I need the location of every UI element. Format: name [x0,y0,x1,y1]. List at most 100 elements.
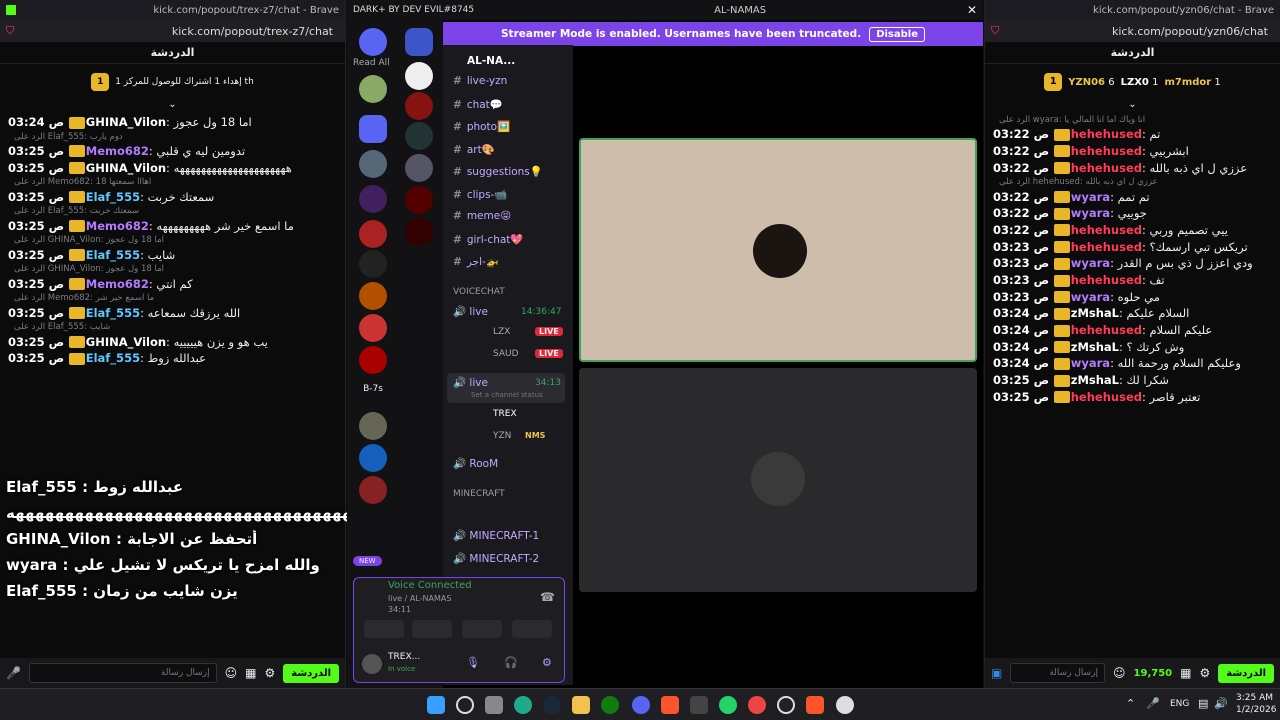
chat-message[interactable]: 03:24 ص zMshaL: السلام عليكم [993,305,1272,322]
steam-icon[interactable] [543,696,561,714]
server-icon[interactable] [359,444,387,472]
chat-message[interactable]: 03:25 ص zMshaL: شكرا لك [993,372,1272,389]
server-icon[interactable] [359,346,387,374]
voice-channel-room[interactable]: 🔊 RooM [453,457,498,470]
text-channel[interactable]: # meme😝 [453,210,511,222]
edge-icon[interactable] [514,696,532,714]
username[interactable]: hehehused [1071,127,1142,141]
voice-channel-mc1[interactable]: 🔊 MINECRAFT-1 [453,529,539,542]
voice-user[interactable]: SAUD [493,349,519,359]
discord-home-icon[interactable] [359,28,387,56]
chat-message[interactable]: 03:25 ص GHINA_Vilon: ههههههههههههههههههه… [8,160,337,177]
right-url[interactable]: kick.com/popout/yzn06/chat [1112,25,1268,38]
task-view-icon[interactable] [485,696,503,714]
disconnect-icon[interactable]: ☎ [540,590,555,604]
chevron-down-icon[interactable]: ⌄ [985,100,1280,110]
server-icon[interactable] [359,250,387,278]
whatsapp-icon[interactable] [719,696,737,714]
text-channel[interactable]: # اجر-🚁 [453,255,499,268]
chat-message[interactable]: 03:25 ص Memo682: تدومين ليه ي قلبي [8,143,337,160]
points-value[interactable]: 19,750 [1134,668,1173,679]
username[interactable]: Memo682 [86,277,149,291]
emoji-icon[interactable]: ☺ [225,666,238,680]
username[interactable]: wyara [1071,256,1110,270]
search-icon[interactable] [456,696,474,714]
chat-message[interactable]: 03:22 ص hehehused: تم [993,126,1272,143]
chat-message[interactable]: 03:24 ص zMshaL: وش كرتك ؟ [993,339,1272,356]
chat-message[interactable]: 03:23 ص wyara: ودي اعزز ل ذي بس م القدر [993,255,1272,272]
soundboard-icon[interactable] [512,620,552,638]
server-icon[interactable] [405,154,433,182]
chat-message[interactable]: 03:25 ص Memo682: ما اسمع خير شر هههههههه… [8,218,337,235]
voice-user[interactable]: LZX [493,327,510,337]
chat-message[interactable]: 03:23 ص wyara: مي حلوه [993,289,1272,306]
network-icon[interactable]: ▤ [1198,697,1208,710]
volume-icon[interactable]: 🔊 [1214,697,1228,710]
server-icon[interactable] [359,314,387,342]
minecraft-category[interactable]: MINECRAFT [453,489,505,499]
lang-indicator[interactable]: ENG [1170,699,1189,709]
chevron-down-icon[interactable]: ⌄ [0,100,345,110]
username[interactable]: GHINA_Vilon [86,115,166,129]
left-url[interactable]: kick.com/popout/trex-z7/chat [172,25,333,38]
brave-icon[interactable] [806,696,824,714]
username[interactable]: zMshaL [1071,306,1119,320]
user-avatar[interactable] [362,654,382,674]
headphones-icon[interactable]: 🎧 [504,656,518,669]
username[interactable]: wyara [1071,190,1110,204]
username[interactable]: hehehused [1071,240,1142,254]
chat-message[interactable]: 03:24 ص hehehused: عليكم السلام [993,322,1272,339]
mic-icon[interactable]: 🎤 [6,666,21,680]
emoji-icon[interactable]: ☺ [1113,666,1126,680]
text-channel[interactable]: # live-yzn [453,75,507,87]
chat-message[interactable]: 03:24 ص wyara: وعليكم السلام ورحمة الله [993,355,1272,372]
chat-message[interactable]: 03:22 ص wyara: جوييي [993,205,1272,222]
username[interactable]: GHINA_Vilon [86,161,166,175]
voice-user[interactable]: TREX [493,409,517,419]
server-icon[interactable] [359,282,387,310]
voice-channel-live-2[interactable]: 🔊 live [453,376,488,389]
server-icon[interactable] [405,122,433,150]
chat-message[interactable]: 03:22 ص wyara: تم تمم [993,189,1272,206]
username[interactable]: wyara [1071,290,1110,304]
server-icon[interactable] [405,218,433,246]
username[interactable]: Memo682 [86,219,149,233]
tray-chevron-icon[interactable]: ⌃ [1126,697,1135,710]
brave-icon[interactable] [661,696,679,714]
text-channel[interactable]: # suggestions💡 [453,165,543,178]
voice-channel-path[interactable]: live / AL-NAMAS [388,594,451,603]
clock-date[interactable]: 1/2/2026 [1236,705,1276,715]
voice-user[interactable]: YZN [493,431,511,441]
app-icon[interactable] [836,696,854,714]
text-channel[interactable]: # girl-chat💖 [453,233,523,246]
username[interactable]: Elaf_555 [86,248,140,262]
video-tile-1[interactable] [579,138,977,362]
obs-icon[interactable] [777,696,795,714]
chat-message[interactable]: 03:23 ص hehehused: تف [993,272,1272,289]
activity-icon[interactable] [462,620,502,638]
tray-mic-icon[interactable]: 🎤 [1146,697,1160,710]
server-icon[interactable] [359,150,387,178]
right-send-button[interactable]: الدردشة [1218,663,1274,683]
left-tab-title[interactable]: kick.com/popout/trex-z7/chat - Brave [153,5,339,16]
server-icon[interactable] [359,75,387,103]
chat-message[interactable]: 03:25 ص Elaf_555: عبدالله زوط [8,350,337,367]
server-icon[interactable] [359,115,387,143]
chat-message[interactable]: 03:25 ص Elaf_555: سمعتك خربت [8,189,337,206]
chat-message[interactable]: 03:22 ص hehehused: عززي ل اي ذبه بالله [993,160,1272,177]
right-chat-input[interactable]: إرسال رسالة [1010,663,1106,683]
voice-channel-mc2[interactable]: 🔊 MINECRAFT-2 [453,552,539,565]
username[interactable]: hehehused [1071,323,1142,337]
username[interactable]: Elaf_555 [86,190,140,204]
server-icon[interactable] [405,62,433,90]
text-channel[interactable]: # photo🖼️ [453,120,510,133]
discord-icon[interactable] [632,696,650,714]
gift-icon[interactable]: ▦ [245,666,256,680]
disable-button[interactable]: Disable [869,26,925,42]
chrome-icon[interactable] [748,696,766,714]
voice-category[interactable]: VOICECHAT [453,287,505,297]
server-icon[interactable] [359,185,387,213]
xbox-icon[interactable] [601,696,619,714]
left-address-bar[interactable]: ⛉ kick.com/popout/trex-z7/chat [0,20,345,42]
username[interactable]: zMshaL [1071,340,1119,354]
